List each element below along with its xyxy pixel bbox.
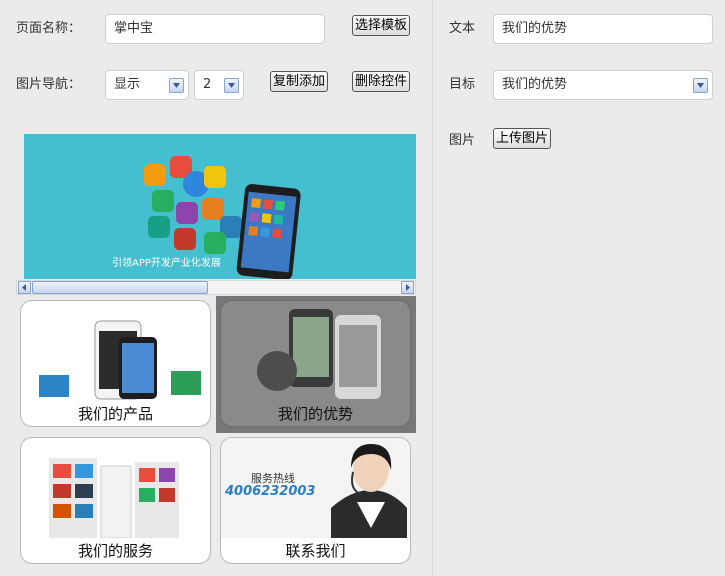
card-label: 我们的服务 — [77, 542, 153, 560]
page-name-label: 页面名称： — [16, 21, 82, 36]
text-input[interactable]: 我们的优势 — [493, 14, 713, 44]
text-label: 文本 — [449, 21, 476, 36]
delete-control-button[interactable]: 删除控件 — [352, 71, 411, 92]
advantages-image — [257, 309, 381, 399]
target-select[interactable]: 我们的优势 — [493, 70, 713, 100]
scroll-right-icon[interactable] — [401, 281, 414, 294]
nav-display-value: 显示 — [114, 77, 141, 92]
products-image — [39, 320, 201, 400]
image-nav-label: 图片导航： — [16, 77, 82, 92]
card-label: 联系我们 — [285, 542, 346, 560]
banner-caption: 引领APP开发产业化发展 — [112, 258, 221, 269]
scrollbar-thumb[interactable] — [32, 281, 208, 294]
chevron-down-icon[interactable] — [224, 78, 239, 93]
card-services[interactable]: 我们的服务 — [20, 437, 211, 564]
image-label: 图片 — [449, 133, 476, 148]
panel-divider — [432, 0, 433, 576]
nav-count-value: 2 — [203, 77, 212, 92]
select-template-button[interactable]: 选择模板 — [352, 15, 411, 36]
upload-image-button[interactable]: 上传图片 — [493, 128, 552, 149]
card-contact[interactable]: 服务热线 4006232003 联系我们 — [220, 437, 411, 564]
services-image — [49, 458, 179, 538]
chevron-down-icon[interactable] — [693, 78, 708, 93]
chevron-down-icon[interactable] — [169, 78, 184, 93]
card-label: 我们的产品 — [77, 405, 153, 423]
scroll-left-icon[interactable] — [18, 281, 31, 294]
target-select-value: 我们的优势 — [502, 77, 568, 92]
page-name-input[interactable]: 掌中宝 — [105, 14, 325, 44]
banner-image: 引领APP开发产业化发展 — [24, 134, 416, 279]
nav-count-select[interactable]: 2 — [194, 70, 244, 100]
nav-display-select[interactable]: 显示 — [105, 70, 189, 100]
card-advantages[interactable]: 我们的优势 — [220, 300, 411, 427]
hotline-number: 4006232003 — [225, 484, 316, 499]
card-products[interactable]: 我们的产品 — [20, 300, 211, 427]
copy-add-button[interactable]: 复制添加 — [270, 71, 329, 92]
target-label: 目标 — [449, 77, 476, 92]
card-label: 我们的优势 — [277, 405, 353, 423]
